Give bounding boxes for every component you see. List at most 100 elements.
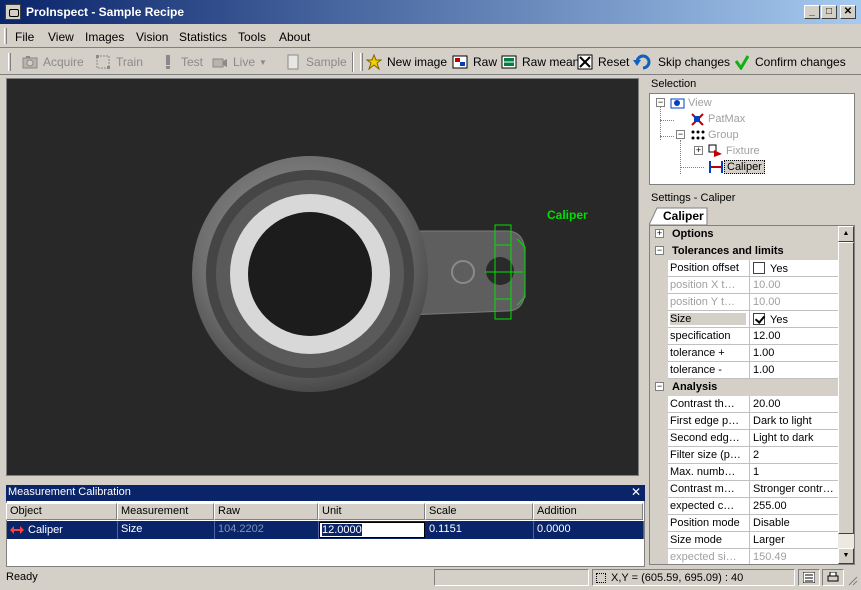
cell-raw[interactable]: 104.2202 xyxy=(215,521,319,539)
close-button[interactable]: ✕ xyxy=(840,5,856,19)
menu-about[interactable]: About xyxy=(279,30,310,44)
prop-row[interactable]: Position mode Disable xyxy=(650,515,838,532)
prop-row[interactable]: Max. numb… 1 xyxy=(650,464,838,481)
selection-tree[interactable]: − View PatMax − Group + Fixture Caliper xyxy=(649,93,855,185)
category-options[interactable]: + Options xyxy=(650,226,838,243)
prop-value[interactable]: Larger xyxy=(749,532,838,548)
prop-value[interactable]: Dark to light xyxy=(749,413,838,429)
expander-analysis[interactable]: − xyxy=(655,382,664,391)
category-tolerances[interactable]: − Tolerances and limits xyxy=(650,243,838,260)
prop-value[interactable]: 20.00 xyxy=(749,396,838,412)
prop-value[interactable]: 10.00 xyxy=(749,277,838,293)
maximize-button[interactable]: □ xyxy=(821,5,837,19)
menu-images[interactable]: Images xyxy=(85,30,124,44)
cell-object[interactable]: Caliper xyxy=(7,521,118,539)
cell-unit-editor[interactable]: 12.0000 xyxy=(319,522,425,538)
menu-tools[interactable]: Tools xyxy=(238,30,266,44)
tree-expander-group[interactable]: − xyxy=(676,130,685,139)
prop-row[interactable]: tolerance + 1.00 xyxy=(650,345,838,362)
prop-value[interactable]: 1 xyxy=(749,464,838,480)
prop-value[interactable]: 1.00 xyxy=(749,362,838,378)
menu-statistics[interactable]: Statistics xyxy=(179,30,227,44)
resize-grip-icon[interactable] xyxy=(846,574,858,586)
cell-measurement[interactable]: Size xyxy=(118,521,215,539)
status-print-icon[interactable] xyxy=(822,569,844,586)
prop-row[interactable]: expected c… 255.00 xyxy=(650,498,838,515)
category-analysis-label: Analysis xyxy=(672,381,718,393)
tree-item-group[interactable]: Group xyxy=(690,127,741,143)
column-header-measurement[interactable]: Measurement xyxy=(117,503,214,520)
raw-mean-button[interactable]: Raw mean xyxy=(501,52,579,72)
menu-vision[interactable]: Vision xyxy=(136,30,168,44)
expander-tolerances[interactable]: − xyxy=(655,246,664,255)
column-header-raw[interactable]: Raw xyxy=(214,503,318,520)
test-button[interactable]: Test xyxy=(160,52,203,72)
expander-options[interactable]: + xyxy=(655,229,664,238)
property-grid[interactable]: + Options − Tolerances and limits Positi… xyxy=(649,225,855,565)
prop-value[interactable]: Yes xyxy=(749,260,838,276)
position-offset-checkbox[interactable] xyxy=(753,262,765,274)
prop-row[interactable]: Size Yes xyxy=(650,311,838,328)
sample-button[interactable]: Sample xyxy=(285,52,347,72)
live-dropdown-icon[interactable]: ▼ xyxy=(259,58,267,67)
app-camera-icon xyxy=(5,4,21,20)
table-row[interactable]: Caliper Size 104.2202 12.0000 0.1151 0.0… xyxy=(7,521,644,539)
scroll-up-icon[interactable]: ▲ xyxy=(838,226,854,242)
tree-item-view[interactable]: View xyxy=(670,95,714,111)
menu-view[interactable]: View xyxy=(48,30,74,44)
scroll-thumb[interactable] xyxy=(838,242,854,534)
measurement-grid[interactable]: Object Measurement Raw Unit Scale Additi… xyxy=(6,485,645,567)
tree-expander-fixture[interactable]: + xyxy=(694,146,703,155)
prop-row[interactable]: specification 12.00 xyxy=(650,328,838,345)
prop-value[interactable]: 255.00 xyxy=(749,498,838,514)
tree-item-fixture[interactable]: Fixture xyxy=(708,143,762,159)
column-header-addition[interactable]: Addition xyxy=(533,503,643,520)
prop-row[interactable]: expected si… 150.49 xyxy=(650,549,838,564)
prop-row[interactable]: tolerance - 1.00 xyxy=(650,362,838,379)
prop-value[interactable]: 10.00 xyxy=(749,294,838,310)
prop-value[interactable]: Stronger contr… xyxy=(749,481,838,497)
prop-row[interactable]: Position offset Yes xyxy=(650,260,838,277)
video-camera-icon xyxy=(212,58,227,68)
menu-file[interactable]: File xyxy=(15,30,34,44)
prop-value[interactable]: Yes xyxy=(749,311,838,327)
prop-value[interactable]: 12.00 xyxy=(749,328,838,344)
tree-item-caliper[interactable]: Caliper xyxy=(708,159,765,175)
prop-value[interactable]: Disable xyxy=(749,515,838,531)
tree-expander-view[interactable]: − xyxy=(656,98,665,107)
size-checkbox[interactable] xyxy=(753,313,765,325)
prop-row[interactable]: Second edg… Light to dark xyxy=(650,430,838,447)
prop-row[interactable]: Filter size (p… 2 xyxy=(650,447,838,464)
cell-scale[interactable]: 0.1151 xyxy=(426,521,534,539)
prop-value[interactable]: 1.00 xyxy=(749,345,838,361)
status-list-icon[interactable] xyxy=(798,569,820,586)
prop-row[interactable]: position X t… 10.00 xyxy=(650,277,838,294)
skip-changes-button[interactable]: Skip changes xyxy=(633,52,730,72)
raw-button[interactable]: Raw xyxy=(452,52,497,72)
column-header-unit[interactable]: Unit xyxy=(318,503,425,520)
prop-value[interactable]: 150.49 xyxy=(749,549,838,564)
acquire-button[interactable]: Acquire xyxy=(22,52,84,72)
column-header-scale[interactable]: Scale xyxy=(425,503,533,520)
tree-item-patmax[interactable]: PatMax xyxy=(690,111,747,127)
confirm-changes-button[interactable]: Confirm changes xyxy=(734,52,846,72)
cell-addition[interactable]: 0.0000 xyxy=(534,521,644,539)
prop-row[interactable]: Size mode Larger xyxy=(650,532,838,549)
category-analysis[interactable]: − Analysis xyxy=(650,379,838,396)
prop-row[interactable]: Contrast m… Stronger contr… xyxy=(650,481,838,498)
prop-value[interactable]: 2 xyxy=(749,447,838,463)
settings-scrollbar[interactable]: ▲ ▼ xyxy=(838,226,854,564)
reset-button[interactable]: Reset xyxy=(577,52,629,72)
new-image-button[interactable]: New image ▼ xyxy=(366,52,459,72)
prop-row[interactable]: First edge p… Dark to light xyxy=(650,413,838,430)
prop-row[interactable]: Contrast th… 20.00 xyxy=(650,396,838,413)
live-button[interactable]: Live ▼ xyxy=(212,52,267,72)
scroll-down-icon[interactable]: ▼ xyxy=(838,548,854,564)
image-viewer[interactable]: Caliper xyxy=(6,78,639,476)
inspection-image[interactable]: Caliper xyxy=(7,79,639,476)
prop-value[interactable]: Light to dark xyxy=(749,430,838,446)
column-header-object[interactable]: Object xyxy=(6,503,117,520)
prop-row[interactable]: position Y t… 10.00 xyxy=(650,294,838,311)
train-button[interactable]: Train xyxy=(95,52,143,72)
minimize-button[interactable]: _ xyxy=(804,5,820,19)
